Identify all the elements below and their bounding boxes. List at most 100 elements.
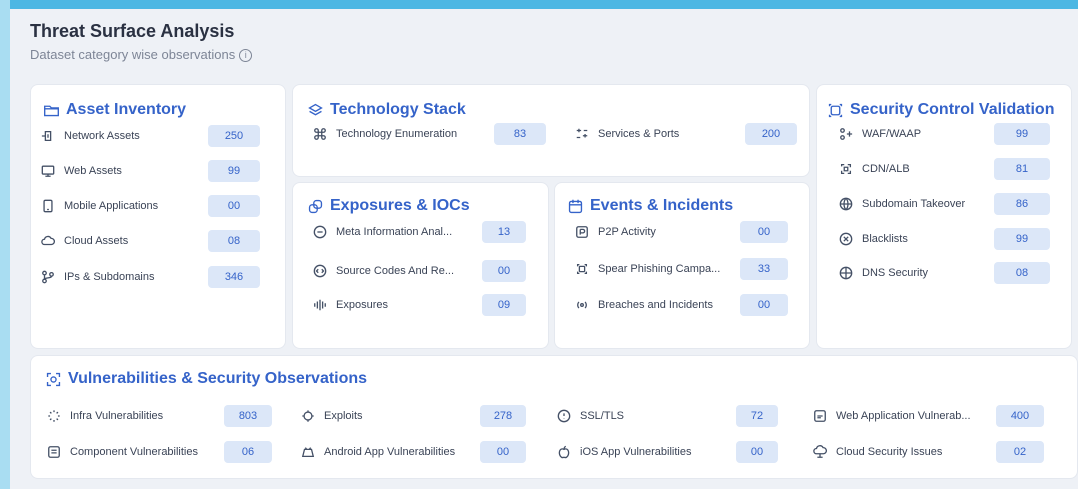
- android-app-vulnerabilities-count-badge[interactable]: 00: [480, 441, 526, 463]
- ssl-tls-count-badge[interactable]: 72: [736, 405, 778, 427]
- ios-app-vulnerabilities-count-badge[interactable]: 00: [736, 441, 778, 463]
- exploits-label: Exploits: [324, 410, 363, 422]
- code-icon: [312, 263, 328, 279]
- web-application-vulnerab-row[interactable]: Web Application Vulnerab...: [812, 405, 971, 427]
- cdn-alb-label: CDN/ALB: [862, 163, 910, 175]
- services-ports-label: Services & Ports: [598, 128, 680, 140]
- web-application-vulnerab-count-badge[interactable]: 400: [996, 405, 1044, 427]
- ssl-icon: [556, 408, 572, 424]
- cdn-icon: [838, 161, 854, 177]
- source-codes-and-re-count-badge[interactable]: 00: [482, 260, 526, 282]
- infra-vulnerabilities-row[interactable]: Infra Vulnerabilities: [46, 405, 163, 427]
- android-icon: [300, 444, 316, 460]
- exploits-count-badge[interactable]: 278: [480, 405, 526, 427]
- card-title-asset-inventory: Asset Inventory: [43, 101, 186, 119]
- web-app-icon: [812, 408, 828, 424]
- component-icon: [46, 444, 62, 460]
- waf-waap-count-badge[interactable]: 99: [994, 123, 1050, 145]
- blacklists-row[interactable]: Blacklists: [838, 228, 908, 250]
- blacklists-count-badge[interactable]: 99: [994, 228, 1050, 250]
- subdomain-takeover-count-badge[interactable]: 86: [994, 193, 1050, 215]
- p2p-activity-label: P2P Activity: [598, 226, 656, 238]
- page-subtitle: Dataset category wise observations i: [30, 47, 253, 63]
- card-title-security-control: Security Control Validation: [827, 101, 1054, 119]
- meta-information-anal-row[interactable]: Meta Information Anal...: [312, 221, 452, 243]
- spear-phishing-campa-label: Spear Phishing Campa...: [598, 263, 721, 275]
- meta-information-anal-count-badge[interactable]: 13: [482, 221, 526, 243]
- network-assets-count-badge[interactable]: 250: [208, 125, 260, 147]
- mobile-applications-count-badge[interactable]: 00: [208, 195, 260, 217]
- dns-security-row[interactable]: DNS Security: [838, 262, 928, 284]
- infra-vulnerabilities-count-badge[interactable]: 803: [224, 405, 272, 427]
- component-vulnerabilities-count-badge[interactable]: 06: [224, 441, 272, 463]
- ips-subdomains-row[interactable]: IPs & Subdomains: [40, 266, 155, 288]
- p2p-icon: [574, 224, 590, 240]
- network-icon: [40, 128, 56, 144]
- cloud-security-issues-row[interactable]: Cloud Security Issues: [812, 441, 942, 463]
- web-assets-row[interactable]: Web Assets: [40, 160, 122, 182]
- web-assets-label: Web Assets: [64, 165, 122, 177]
- breaches-and-incidents-count-badge[interactable]: 00: [740, 294, 788, 316]
- cloud-security-issues-label: Cloud Security Issues: [836, 446, 943, 458]
- info-icon[interactable]: i: [239, 49, 253, 63]
- subdomain-takeover-row[interactable]: Subdomain Takeover: [838, 193, 965, 215]
- services-ports-count-badge[interactable]: 200: [745, 123, 797, 145]
- cloud-security-issues-count-badge[interactable]: 02: [996, 441, 1044, 463]
- folder-icon: [44, 105, 59, 116]
- ios-app-vulnerabilities-label: iOS App Vulnerabilities: [580, 446, 692, 458]
- android-app-vulnerabilities-row[interactable]: Android App Vulnerabilities: [300, 441, 455, 463]
- blacklists-label: Blacklists: [862, 233, 908, 245]
- exposures-label: Exposures: [336, 299, 388, 311]
- p2p-activity-count-badge[interactable]: 00: [740, 221, 788, 243]
- threat-surface-panel: Threat Surface Analysis Dataset category…: [10, 9, 1078, 489]
- exposures-count-badge[interactable]: 09: [482, 294, 526, 316]
- mobile-applications-row[interactable]: Mobile Applications: [40, 195, 158, 217]
- cloud-assets-count-badge[interactable]: 08: [208, 230, 260, 252]
- dns-icon: [838, 265, 854, 281]
- web-assets-count-badge[interactable]: 99: [208, 160, 260, 182]
- component-vulnerabilities-label: Component Vulnerabilities: [70, 446, 198, 458]
- technology-enumeration-count-badge[interactable]: 83: [494, 123, 546, 145]
- dns-security-count-badge[interactable]: 08: [994, 262, 1050, 284]
- infra-vulnerabilities-label: Infra Vulnerabilities: [70, 410, 164, 422]
- spear-phishing-campa-row[interactable]: Spear Phishing Campa...: [574, 258, 720, 280]
- cdn-alb-count-badge[interactable]: 81: [994, 158, 1050, 180]
- source-codes-and-re-row[interactable]: Source Codes And Re...: [312, 260, 454, 282]
- link-icon: [308, 199, 323, 213]
- breaches-and-incidents-row[interactable]: Breaches and Incidents: [574, 294, 713, 316]
- cloud-assets-row[interactable]: Cloud Assets: [40, 230, 128, 252]
- cloud-icon: [40, 233, 56, 249]
- p2p-activity-row[interactable]: P2P Activity: [574, 221, 656, 243]
- cdn-alb-row[interactable]: CDN/ALB: [838, 158, 910, 180]
- source-codes-and-re-label: Source Codes And Re...: [336, 265, 455, 277]
- technology-enumeration-row[interactable]: Technology Enumeration: [312, 123, 457, 145]
- ios-app-vulnerabilities-row[interactable]: iOS App Vulnerabilities: [556, 441, 692, 463]
- services-ports-row[interactable]: Services & Ports: [574, 123, 679, 145]
- shield-frame-icon: [828, 103, 843, 117]
- ips-subdomains-count-badge[interactable]: 346: [208, 266, 260, 288]
- bug-icon: [300, 408, 316, 424]
- command-icon: [312, 126, 328, 142]
- cloud-security-icon: [812, 444, 828, 460]
- android-app-vulnerabilities-label: Android App Vulnerabilities: [324, 446, 456, 458]
- exposures-row[interactable]: Exposures: [312, 294, 388, 316]
- layers-icon: [308, 103, 323, 116]
- technology-enumeration-label: Technology Enumeration: [336, 128, 458, 140]
- network-assets-row[interactable]: Network Assets: [40, 125, 140, 147]
- spear-phishing-campa-count-badge[interactable]: 33: [740, 258, 788, 280]
- card-title-technology-stack: Technology Stack: [307, 101, 466, 119]
- calendar-icon: [568, 199, 583, 213]
- card-title-events-incidents: Events & Incidents: [567, 197, 733, 215]
- waf-waap-row[interactable]: WAF/WAAP: [838, 123, 921, 145]
- phishing-icon: [574, 261, 590, 277]
- ssl-tls-row[interactable]: SSL/TLS: [556, 405, 624, 427]
- infra-icon: [46, 408, 62, 424]
- component-vulnerabilities-row[interactable]: Component Vulnerabilities: [46, 441, 198, 463]
- ports-icon: [574, 126, 590, 142]
- page-title: Threat Surface Analysis: [30, 21, 235, 41]
- waf-icon: [838, 126, 854, 142]
- blacklist-icon: [838, 231, 854, 247]
- globe-icon: [838, 196, 854, 212]
- exploits-row[interactable]: Exploits: [300, 405, 363, 427]
- ip-branch-icon: [40, 269, 56, 285]
